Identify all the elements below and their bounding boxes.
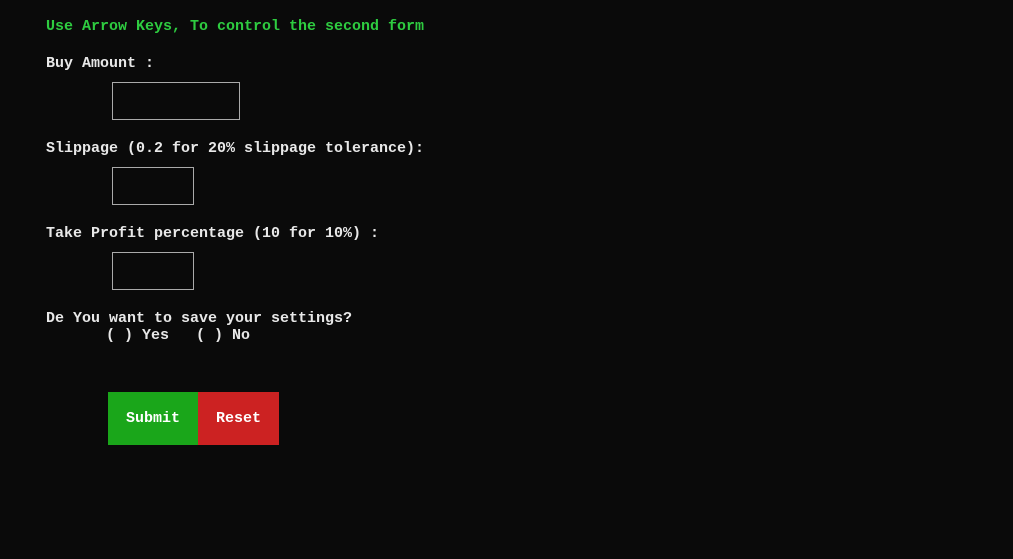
slippage-group: Slippage (0.2 for 20% slippage tolerance… <box>46 140 967 205</box>
take-profit-input[interactable] <box>112 252 194 290</box>
buy-amount-input[interactable] <box>112 82 240 120</box>
slippage-input[interactable] <box>112 167 194 205</box>
save-settings-yes-option[interactable]: ( ) Yes <box>106 327 169 344</box>
save-settings-group: De You want to save your settings? ( ) Y… <box>46 310 967 344</box>
save-settings-no-option[interactable]: ( ) No <box>196 327 250 344</box>
buy-amount-group: Buy Amount : <box>46 55 967 120</box>
form-instructions: Use Arrow Keys, To control the second fo… <box>46 18 967 35</box>
save-settings-label: De You want to save your settings? <box>46 310 967 327</box>
button-row: SubmitReset <box>108 392 967 445</box>
submit-button[interactable]: Submit <box>108 392 198 445</box>
take-profit-label: Take Profit percentage (10 for 10%) : <box>46 225 967 242</box>
reset-button[interactable]: Reset <box>198 392 279 445</box>
buy-amount-label: Buy Amount : <box>46 55 967 72</box>
take-profit-group: Take Profit percentage (10 for 10%) : <box>46 225 967 290</box>
slippage-label: Slippage (0.2 for 20% slippage tolerance… <box>46 140 967 157</box>
